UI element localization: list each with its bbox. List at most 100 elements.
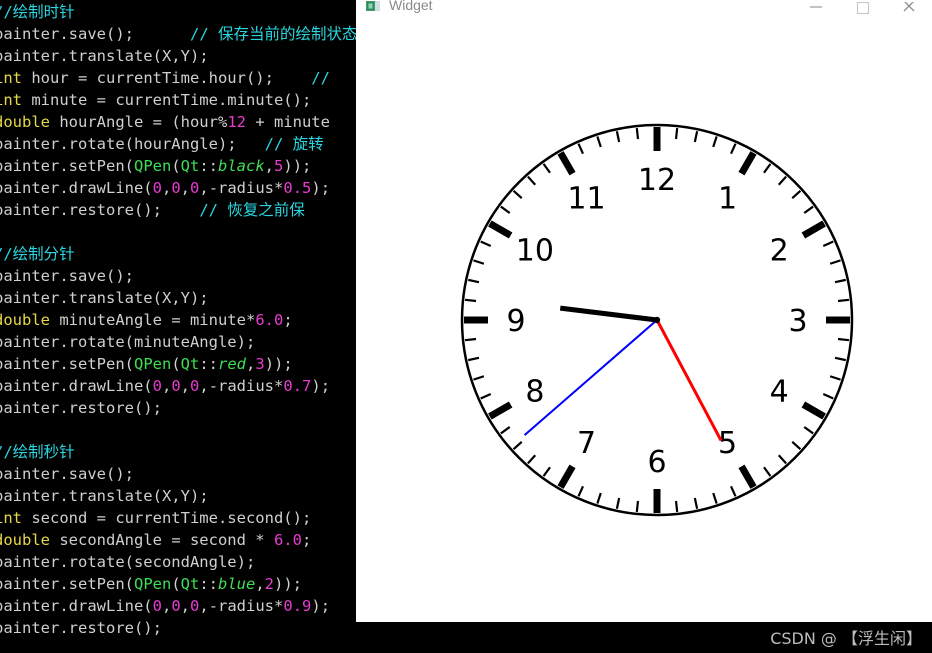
code-token: painter.save(); (0, 25, 134, 43)
code-token: // 保存当前的绘制状态 (189, 25, 356, 43)
clock-numeral: 5 (718, 426, 737, 461)
code-token: 0 (171, 377, 181, 395)
code-token: :: (199, 575, 218, 593)
code-token: 12 (227, 113, 246, 131)
code-token: , (161, 377, 172, 395)
clock-numeral: 1 (718, 182, 737, 217)
code-line: painter.setPen(QPen(Qt::red,3)); (0, 353, 356, 375)
code-token: painter.save(); (0, 465, 134, 483)
code-token: :: (199, 355, 218, 373)
screen-root: //绘制时针 painter.save(); // 保存当前的绘制状态 painte… (0, 0, 932, 653)
code-token: , (264, 157, 275, 175)
code-token: 0 (152, 377, 162, 395)
code-line: painter.drawLine(0,0,0,-radius*0.9); (0, 595, 356, 617)
code-line: painter.setPen(QPen(Qt::black,5)); (0, 155, 356, 177)
code-token: ( (171, 157, 181, 175)
code-token: painter.restore(); (0, 201, 162, 219)
code-token: QPen (133, 157, 172, 175)
code-token: int (0, 91, 22, 109)
code-token: 6.0 (273, 531, 302, 549)
code-token: painter.rotate(minuteAngle); (0, 333, 256, 351)
code-token: ; (301, 531, 312, 549)
code-token: // (311, 69, 330, 87)
code-text-body[interactable]: //绘制时针 painter.save(); // 保存当前的绘制状态 painte… (0, 1, 356, 639)
code-token: 0 (190, 377, 200, 395)
code-line: painter.restore(); (0, 397, 356, 419)
code-token: painter.translate(X,Y); (0, 487, 209, 505)
qt-widget-icon (366, 0, 381, 15)
clock-numeral: 12 (638, 163, 676, 198)
code-token: 0 (171, 597, 181, 615)
code-token: 0.7 (283, 377, 312, 395)
clock-center-cap (653, 316, 661, 324)
code-token: , (246, 355, 256, 373)
code-line: painter.save(); (0, 463, 356, 485)
code-token: painter.rotate(secondAngle); (0, 553, 256, 571)
code-token: 0 (190, 179, 200, 197)
code-line: double hourAngle = (hour%12 + minute (0, 111, 356, 133)
code-token: double (0, 113, 50, 131)
minute-tick (837, 337, 850, 342)
code-line: painter.save(); // 保存当前的绘制状态 (0, 23, 356, 45)
code-token: ); (311, 179, 331, 197)
code-line: //绘制分针 (0, 243, 356, 265)
code-line: int minute = currentTime.minute(); (0, 89, 356, 111)
clock-numeral: 10 (516, 233, 554, 268)
code-token: 0.9 (283, 597, 312, 615)
minimize-button[interactable] (794, 0, 840, 17)
code-line: painter.rotate(minuteAngle); (0, 331, 356, 353)
clock-numeral: 7 (577, 426, 596, 461)
code-token: , (180, 597, 191, 615)
code-token: QPen (133, 575, 172, 593)
code-token: painter.drawLine( (0, 377, 153, 395)
code-token: Qt (180, 355, 200, 373)
code-token: + minute (245, 113, 330, 131)
code-token: , (180, 179, 191, 197)
code-line: painter.translate(X,Y); (0, 485, 356, 507)
code-token: 0 (152, 179, 162, 197)
clock-numeral: 6 (647, 445, 666, 480)
code-token: 2 (264, 575, 275, 593)
code-line: painter.translate(X,Y); (0, 287, 356, 309)
window-titlebar[interactable]: Widget (356, 0, 932, 17)
code-token: , (180, 377, 191, 395)
code-token: hour = currentTime.hour(); (22, 69, 274, 87)
maximize-button[interactable] (840, 0, 886, 17)
code-token: )); (264, 355, 293, 373)
code-line: painter.translate(X,Y); (0, 45, 356, 67)
code-token: ); (311, 377, 331, 395)
code-token: painter.restore(); (0, 619, 162, 637)
code-line: int hour = currentTime.hour(); // (0, 67, 356, 89)
close-button[interactable] (886, 0, 932, 17)
code-token: black (218, 157, 265, 175)
qt-widget-window: Widget 12 1 2 3 4 5 6 7 8 9 10 11 (356, 0, 932, 622)
clock-numeral: 8 (525, 374, 544, 409)
code-token: painter.rotate(hourAngle); (0, 135, 237, 153)
code-token: 6.0 (255, 311, 284, 329)
code-editor-pane[interactable]: //绘制时针 painter.save(); // 保存当前的绘制状态 painte… (0, 0, 356, 653)
code-token: ,-radius* (199, 377, 284, 395)
code-token: 3 (255, 355, 265, 373)
analog-clock: 12 12 3 45 6 789 10 11 (460, 123, 854, 517)
code-token: painter.restore(); (0, 399, 162, 417)
code-token: Qt (180, 157, 200, 175)
minute-tick (635, 127, 640, 140)
minute-tick (837, 298, 850, 303)
minute-tick (674, 127, 679, 140)
code-line: painter.rotate(hourAngle); // 旋转 (0, 133, 356, 155)
code-token: ( (171, 355, 181, 373)
code-token: ; (283, 311, 293, 329)
code-token: // 恢复之前保 (199, 201, 305, 219)
code-token: Qt (180, 575, 200, 593)
clock-numeral: 9 (506, 304, 525, 339)
window-title: Widget (389, 0, 433, 13)
code-line: painter.restore(); // 恢复之前保 (0, 199, 356, 221)
code-line: painter.setPen(QPen(Qt::blue,2)); (0, 573, 356, 595)
code-line: //绘制时针 (0, 1, 356, 23)
code-token: ( (171, 575, 181, 593)
watermark-bar: CSDN @ 【浮生闲】 (356, 622, 932, 653)
